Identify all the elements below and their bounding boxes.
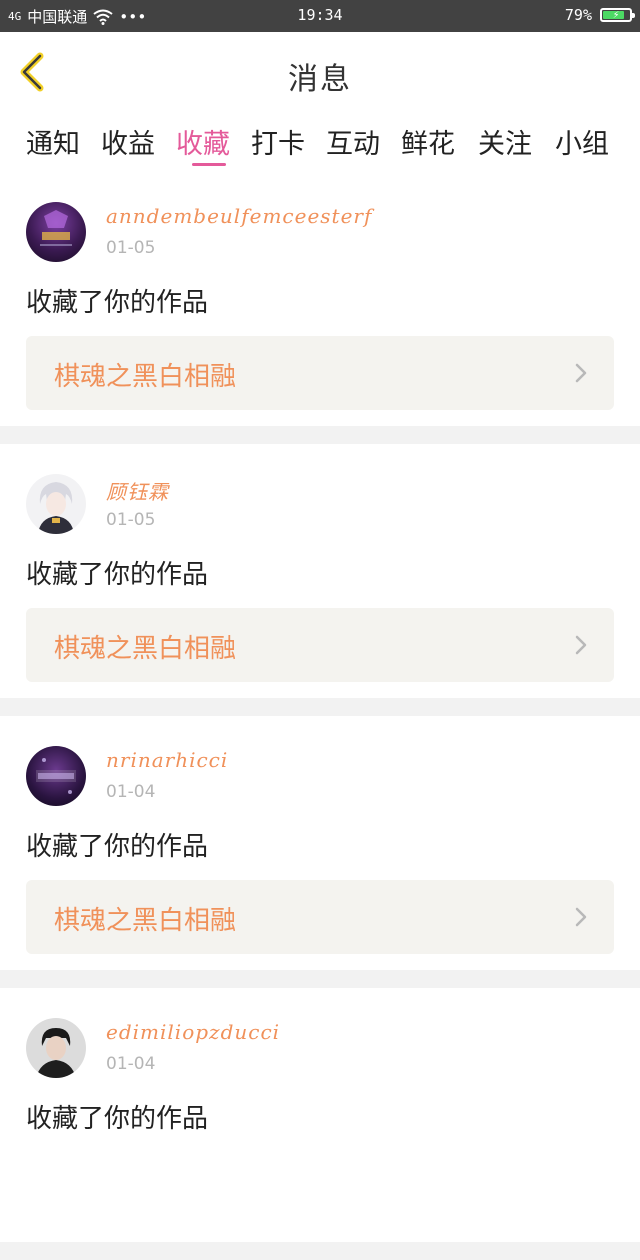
active-tab-indicator xyxy=(192,163,226,166)
message-feed: anndembeulfemceesterf 01-05 收藏了你的作品 棋魂之黑… xyxy=(0,172,640,1260)
username[interactable]: 顾钰霖 xyxy=(106,476,169,505)
action-text: 收藏了你的作品 xyxy=(26,1104,209,1134)
action-text: 收藏了你的作品 xyxy=(26,560,209,590)
avatar[interactable] xyxy=(26,746,86,806)
clock: 19:34 xyxy=(297,6,343,24)
username[interactable]: edimiliopzducci xyxy=(106,1020,280,1044)
timestamp: 01-04 xyxy=(106,1054,156,1074)
username[interactable]: nrinarhicci xyxy=(106,748,228,772)
action-text: 收藏了你的作品 xyxy=(26,832,209,862)
timestamp: 01-05 xyxy=(106,238,156,258)
list-item: anndembeulfemceesterf 01-05 收藏了你的作品 棋魂之黑… xyxy=(0,172,640,426)
list-item: 顾钰霖 01-05 收藏了你的作品 棋魂之黑白相融 xyxy=(0,444,640,698)
status-bar: 4G 中国联通 ••• 19:34 79% ⚡ xyxy=(0,0,640,32)
chevron-right-icon xyxy=(575,363,587,383)
category-tabs: 通知 收益 收藏 打卡 互动 鲜花 关注 小组 xyxy=(0,110,640,172)
username[interactable]: anndembeulfemceesterf xyxy=(106,204,372,228)
work-link[interactable]: 棋魂之黑白相融 xyxy=(26,880,614,954)
battery-icon: ⚡ xyxy=(600,8,635,22)
work-title: 棋魂之黑白相融 xyxy=(54,362,237,392)
page-title: 消息 xyxy=(288,62,352,97)
avatar[interactable] xyxy=(26,202,86,262)
battery-percent: 79% xyxy=(564,6,592,24)
tab-checkin[interactable]: 打卡 xyxy=(251,122,305,161)
list-item: nrinarhicci 01-04 收藏了你的作品 棋魂之黑白相融 xyxy=(0,716,640,970)
tab-groups[interactable]: 小组 xyxy=(555,122,609,161)
work-title: 棋魂之黑白相融 xyxy=(54,634,237,664)
charging-bolt-icon: ⚡ xyxy=(612,8,620,21)
tab-notifications[interactable]: 通知 xyxy=(26,122,80,161)
avatar[interactable] xyxy=(26,474,86,534)
tab-flowers[interactable]: 鲜花 xyxy=(401,122,455,161)
tab-favorites[interactable]: 收藏 xyxy=(176,122,230,161)
avatar[interactable] xyxy=(26,1018,86,1078)
work-link[interactable]: 棋魂之黑白相融 xyxy=(26,608,614,682)
tab-interactions[interactable]: 互动 xyxy=(326,122,380,161)
tab-earnings[interactable]: 收益 xyxy=(101,122,155,161)
tab-follows[interactable]: 关注 xyxy=(478,122,532,161)
chevron-right-icon xyxy=(575,635,587,655)
chevron-right-icon xyxy=(575,907,587,927)
work-link[interactable]: 棋魂之黑白相融 xyxy=(26,336,614,410)
list-item: edimiliopzducci 01-04 收藏了你的作品 xyxy=(0,988,640,1242)
work-title: 棋魂之黑白相融 xyxy=(54,906,237,936)
top-navbar: 消息 xyxy=(0,32,640,111)
timestamp: 01-05 xyxy=(106,510,156,530)
timestamp: 01-04 xyxy=(106,782,156,802)
action-text: 收藏了你的作品 xyxy=(26,288,209,318)
